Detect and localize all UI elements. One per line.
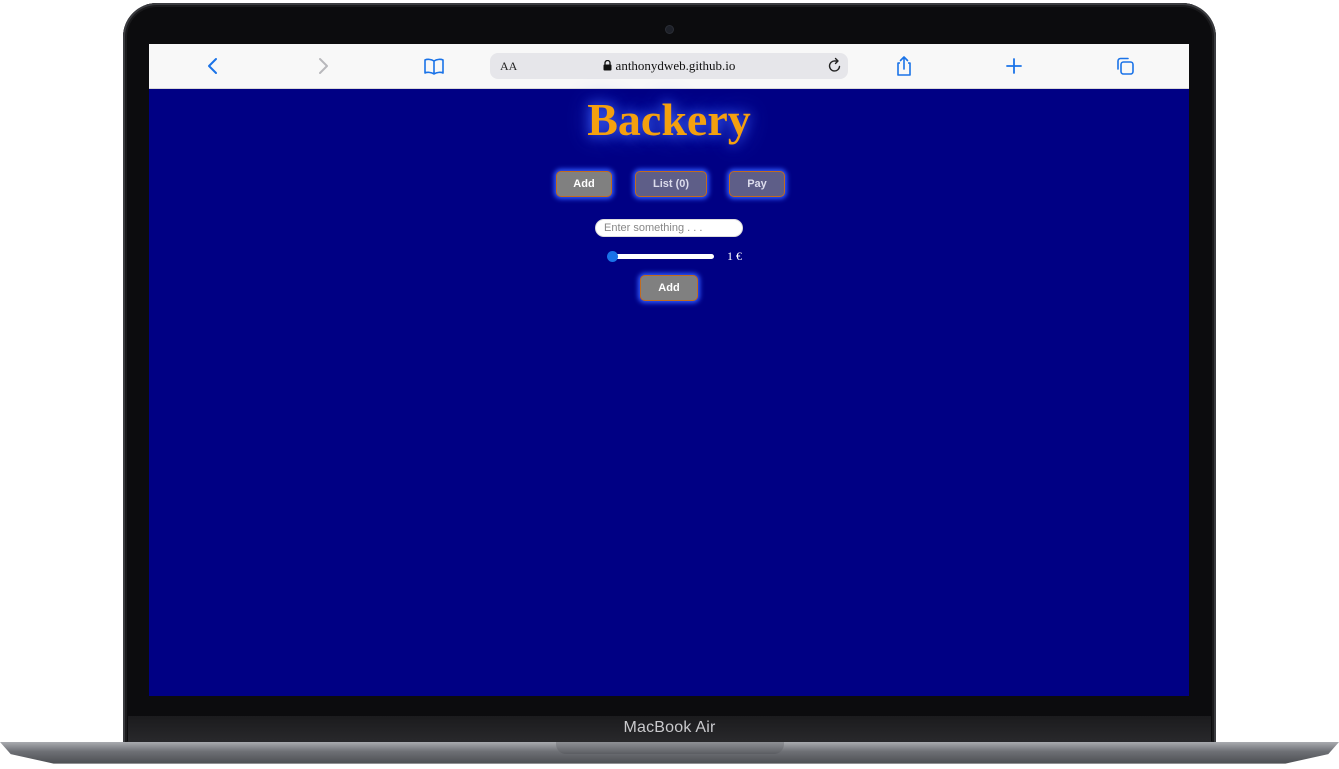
- app-title: Backery: [587, 94, 751, 145]
- book-icon[interactable]: [422, 54, 446, 78]
- chevron-right-icon[interactable]: [311, 54, 335, 78]
- nav-add-button[interactable]: Add: [556, 171, 612, 197]
- device-brand-label: MacBook Air: [623, 719, 716, 736]
- item-name-input[interactable]: [595, 219, 743, 237]
- address-bar[interactable]: AA anthonydweb.github.io: [490, 53, 848, 79]
- submit-add-button[interactable]: Add: [640, 275, 698, 301]
- tabs-icon[interactable]: [1113, 54, 1137, 78]
- chevron-left-icon[interactable]: [201, 54, 225, 78]
- price-slider[interactable]: [607, 251, 714, 262]
- nav-list-button[interactable]: List (0): [635, 171, 707, 197]
- lock-icon: [603, 59, 612, 75]
- plus-icon[interactable]: [1002, 54, 1026, 78]
- laptop-hinge-notch: [556, 742, 784, 754]
- screen: AA anthonydweb.github.io Backery Add Lis…: [149, 44, 1189, 696]
- webcam: [666, 26, 673, 33]
- price-slider-thumb[interactable]: [607, 251, 618, 262]
- browser-toolbar: AA anthonydweb.github.io: [149, 44, 1189, 89]
- price-label: 1 €: [727, 249, 742, 263]
- share-icon[interactable]: [892, 54, 916, 78]
- nav-pay-button[interactable]: Pay: [729, 171, 785, 197]
- url-text: anthonydweb.github.io: [615, 58, 736, 73]
- reload-icon[interactable]: [826, 57, 844, 80]
